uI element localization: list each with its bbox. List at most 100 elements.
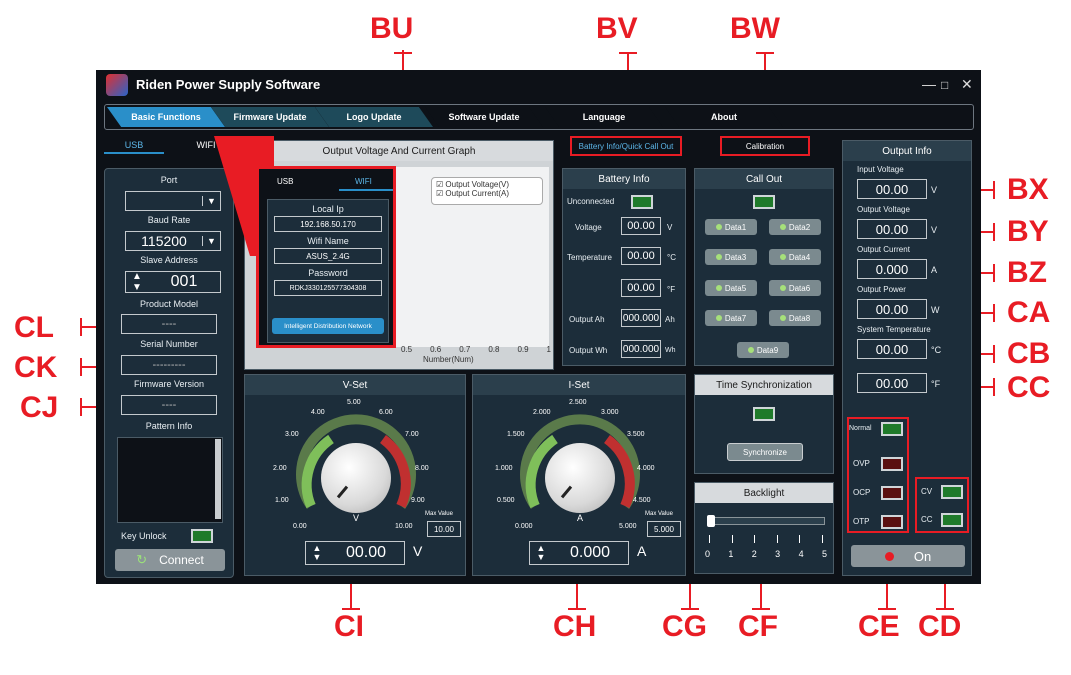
status-ocp-label: OCP <box>853 488 871 497</box>
pattern-scrollbar[interactable] <box>215 439 221 519</box>
status-ovp-label: OVP <box>853 459 870 468</box>
legend-current[interactable]: ☑ Output Current(A) <box>436 189 538 198</box>
data9-label: Data9 <box>756 345 779 355</box>
data7-button[interactable]: Data7 <box>705 310 757 326</box>
tab-battery-info[interactable]: Battery Info/Quick Call Out <box>570 136 682 156</box>
battery-temp-f-unit: °F <box>667 285 676 294</box>
popup-tab-underline <box>339 189 393 191</box>
data8-button[interactable]: Data8 <box>769 310 821 326</box>
maximize-button[interactable]: □ <box>941 78 948 92</box>
synchronize-button[interactable]: Synchronize <box>727 443 803 461</box>
tab-about[interactable]: About <box>665 107 783 127</box>
dot-icon <box>715 224 722 230</box>
data1-button[interactable]: Data1 <box>705 219 757 235</box>
battery-voltage-label: Voltage <box>575 223 602 232</box>
legend-voltage[interactable]: ☑ Output Voltage(V) <box>436 180 538 189</box>
callout-ch-cap <box>568 608 586 610</box>
vset-stepper[interactable]: ▲ ▼ 00.00 <box>305 541 405 565</box>
backlight-slider-thumb[interactable] <box>707 515 715 527</box>
data6-label: Data6 <box>788 283 811 293</box>
vset-scale: 5.00 <box>347 399 361 406</box>
tab-firmware-update[interactable]: Firmware Update <box>211 107 329 127</box>
wifi-name-field[interactable]: ASUS_2.4G <box>274 248 382 264</box>
tab-logo-update[interactable]: Logo Update <box>315 107 433 127</box>
network-button[interactable]: Intelligent Distribution Network <box>272 318 384 334</box>
graph-xlabel: Number(Num) <box>423 355 474 364</box>
callout-by: BY <box>1007 215 1049 248</box>
dot-icon <box>715 315 722 321</box>
checkbox-checked-icon: ☑ <box>436 180 444 189</box>
pattern-info-box <box>117 437 223 523</box>
output-voltage-label: Output Voltage <box>857 205 910 214</box>
callout-cg-cap <box>681 608 699 610</box>
port-label: Port <box>160 175 178 185</box>
window-title: Riden Power Supply Software <box>136 77 321 92</box>
serial-field: --------- <box>121 355 217 375</box>
title-bar: Riden Power Supply Software — □ ✕ <box>96 70 981 100</box>
password-field[interactable]: RDKJ330125577304308 <box>274 280 382 296</box>
input-voltage: 00.00 <box>857 179 927 199</box>
callout-cd: CD <box>918 610 962 643</box>
callout-cd-cap <box>936 608 954 610</box>
close-button[interactable]: ✕ <box>961 76 973 93</box>
output-power-label: Output Power <box>857 285 906 294</box>
vset-title: V-Set <box>245 375 465 395</box>
sys-temp-c-unit: °C <box>931 345 942 355</box>
iset-scale: 0.500 <box>497 497 515 504</box>
x-tick: 0.8 <box>488 345 500 354</box>
stepper-arrows-icon[interactable]: ▲ ▼ <box>530 544 552 562</box>
callout-bx: BX <box>1007 173 1049 206</box>
data3-button[interactable]: Data3 <box>705 249 757 265</box>
callout-bw-cap <box>756 52 774 54</box>
tab-software-update[interactable]: Software Update <box>425 107 543 127</box>
model-label: Product Model <box>139 299 199 309</box>
tab-calibration[interactable]: Calibration <box>720 136 810 156</box>
port-select[interactable]: ▼ <box>125 191 221 211</box>
popup-tab-wifi[interactable]: WIFI <box>355 177 372 186</box>
data6-button[interactable]: Data6 <box>769 280 821 296</box>
status-ovp-led <box>881 457 903 471</box>
wifi-name-label: Wifi Name <box>307 236 349 246</box>
data2-button[interactable]: Data2 <box>769 219 821 235</box>
tab-language[interactable]: Language <box>545 107 663 127</box>
vset-max-field[interactable]: 10.00 <box>427 521 461 537</box>
iset-knob-label: A <box>577 513 584 523</box>
vset-knob[interactable] <box>321 443 391 513</box>
time-sync-title: Time Synchronization <box>695 375 833 395</box>
tab-basic-functions[interactable]: Basic Functions <box>107 107 225 127</box>
data5-button[interactable]: Data5 <box>705 280 757 296</box>
battery-status: Unconnected <box>567 197 615 206</box>
data9-button[interactable]: Data9 <box>737 342 789 358</box>
x-tick: 1 <box>546 345 551 354</box>
popup-tab-usb[interactable]: USB <box>277 177 293 186</box>
backlight-title: Backlight <box>695 483 833 503</box>
connect-button[interactable]: ↻ Connect <box>115 549 225 571</box>
conn-tab-usb[interactable]: USB <box>104 136 164 154</box>
dot-icon <box>715 285 722 291</box>
dot-icon <box>779 315 786 321</box>
iset-stepper[interactable]: ▲ ▼ 0.000 <box>529 541 629 565</box>
chevron-down-icon: ▼ <box>202 196 220 206</box>
baud-label: Baud Rate <box>147 215 191 225</box>
status-normal-label: Normal <box>849 425 872 432</box>
backlight-tick: 3 <box>775 549 781 559</box>
slave-stepper[interactable]: ▲ ▼ 001 <box>125 271 221 293</box>
stepper-arrows-icon[interactable]: ▲ ▼ <box>306 544 328 562</box>
mode-cv-label: CV <box>921 487 933 496</box>
minimize-button[interactable]: — <box>922 76 936 92</box>
input-voltage-unit: V <box>931 185 938 195</box>
iset-knob[interactable] <box>545 443 615 513</box>
iset-max-field[interactable]: 5.000 <box>647 521 681 537</box>
callout-cb: CB <box>1007 337 1051 370</box>
stepper-arrows-icon[interactable]: ▲ ▼ <box>126 271 148 293</box>
battery-panel: Battery Info Unconnected Voltage 00.00 V… <box>562 168 686 366</box>
main-tab-bar: Basic Functions Firmware Update Logo Upd… <box>104 104 974 130</box>
local-ip-field[interactable]: 192.168.50.170 <box>274 216 382 232</box>
backlight-tick: 5 <box>821 549 827 559</box>
output-on-button[interactable]: On <box>851 545 965 567</box>
backlight-slider-track[interactable] <box>707 517 825 525</box>
callout-title: Call Out <box>695 169 833 189</box>
data4-button[interactable]: Data4 <box>769 249 821 265</box>
baud-select[interactable]: 115200 ▼ <box>125 231 221 251</box>
callout-ce: CE <box>858 610 900 643</box>
